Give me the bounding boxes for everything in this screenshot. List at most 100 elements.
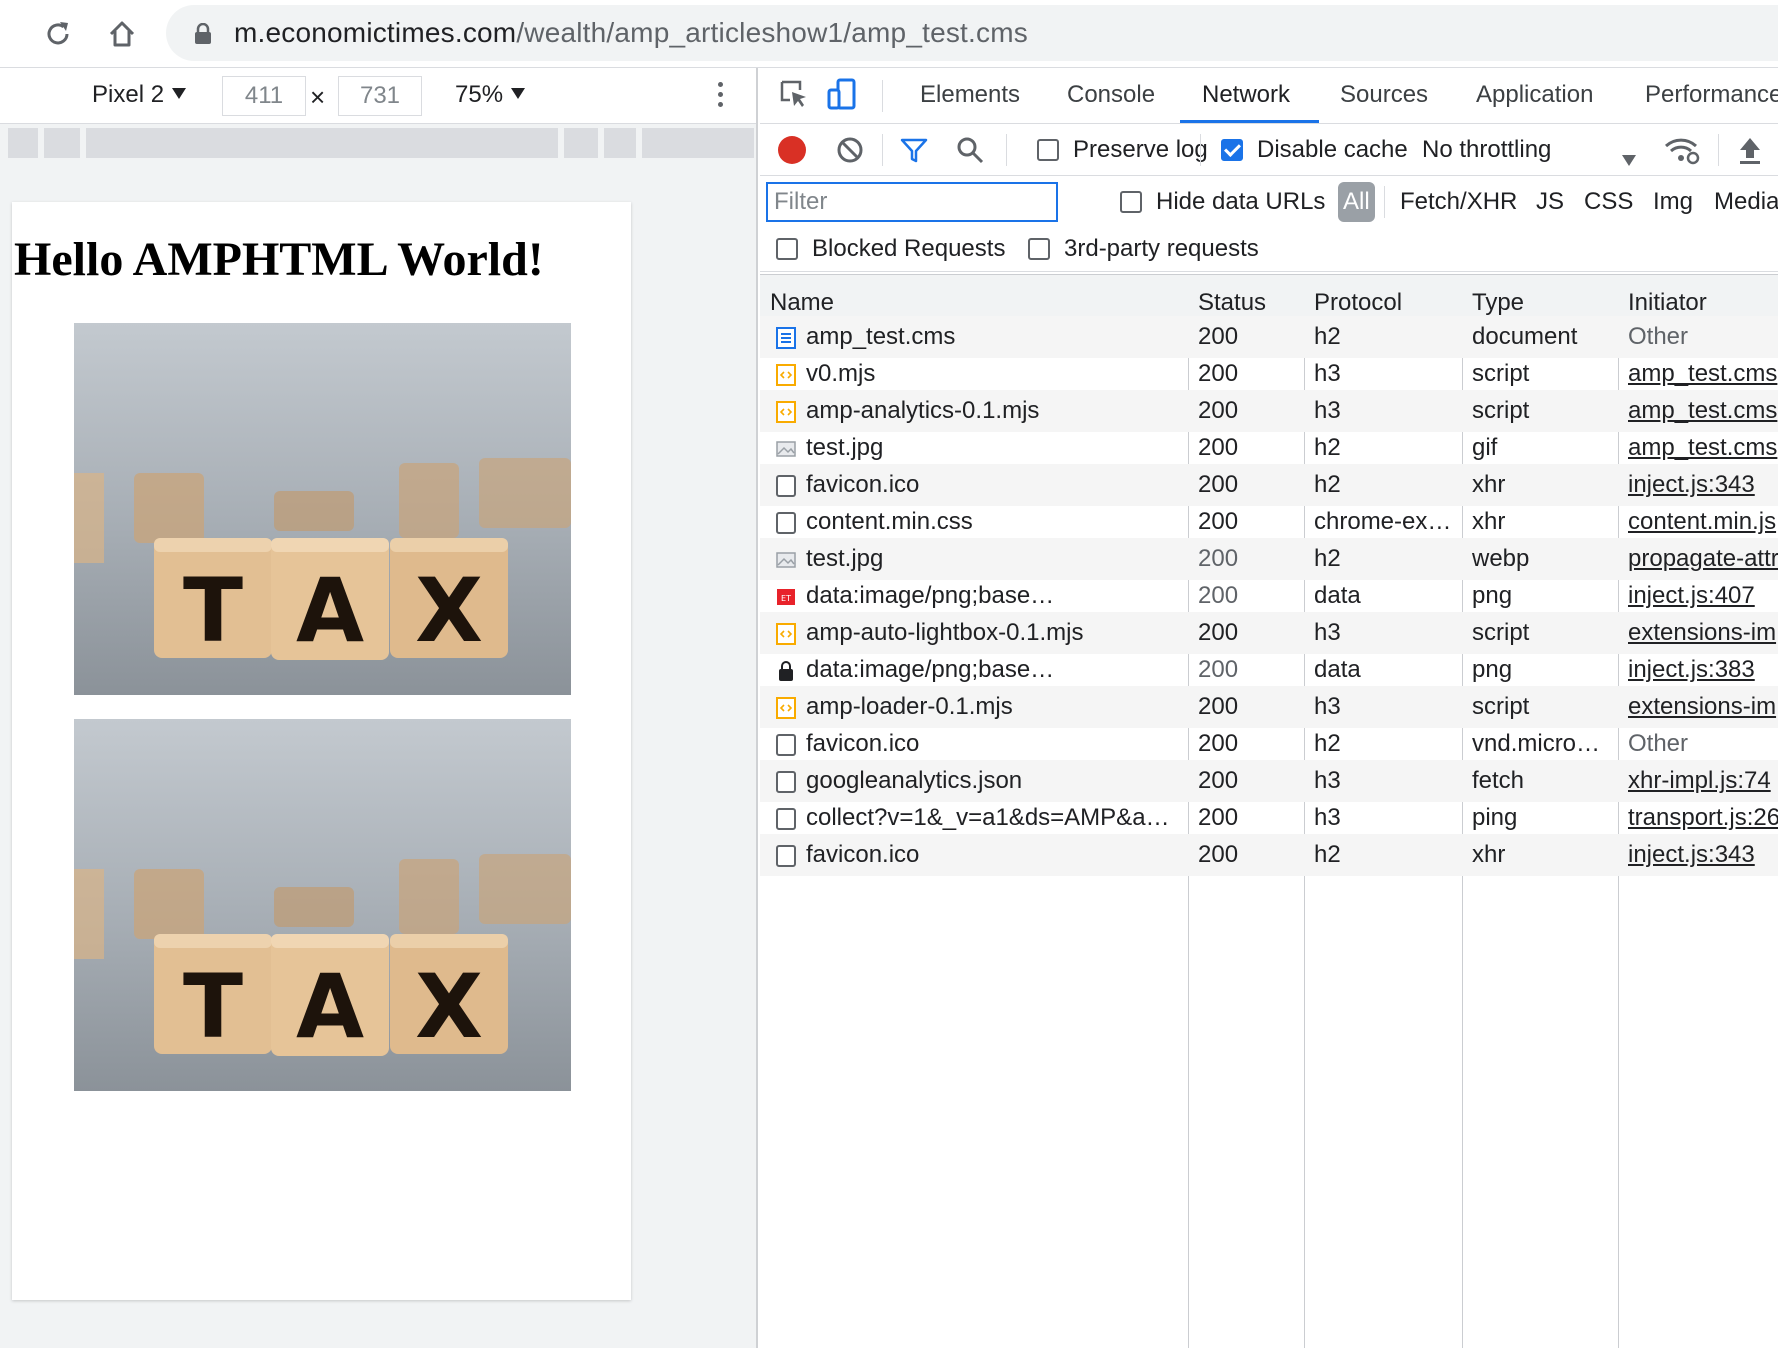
request-name[interactable]: test.jpg	[806, 434, 1182, 462]
disable-cache-checkbox[interactable]	[1221, 139, 1243, 161]
hide-data-urls-checkbox[interactable]	[1120, 191, 1142, 213]
request-name[interactable]: collect?v=1&_v=a1&ds=AMP&a…	[806, 804, 1182, 832]
column-status[interactable]: Status	[1198, 289, 1266, 317]
width-input[interactable]: 411	[222, 76, 306, 116]
script-icon	[776, 401, 796, 423]
request-name[interactable]: data:image/png;base…	[806, 582, 1182, 610]
blocked-requests-checkbox[interactable]	[776, 238, 798, 260]
request-name[interactable]: content.min.css	[806, 508, 1182, 536]
table-row[interactable]: favicon.ico 200 h2 vnd.micro… Other	[760, 723, 1778, 765]
filter-icon[interactable]	[898, 134, 934, 170]
table-row[interactable]: v0.mjs 200 h3 script amp_test.cms	[760, 353, 1778, 395]
request-initiator[interactable]: propagate-attr	[1628, 545, 1778, 573]
table-row[interactable]: amp-auto-lightbox-0.1.mjs 200 h3 script exte…	[760, 612, 1778, 654]
device-select[interactable]: Pixel 2	[92, 81, 187, 109]
throttling-select[interactable]: No throttling	[1422, 136, 1551, 164]
request-initiator[interactable]: amp_test.cms	[1628, 360, 1778, 388]
column-type[interactable]: Type	[1472, 289, 1524, 317]
request-name[interactable]: amp_test.cms	[806, 323, 1182, 351]
address-bar[interactable]: m.economictimes.com/wealth/amp_articlesh…	[166, 5, 1778, 61]
request-name[interactable]: amp-loader-0.1.mjs	[806, 693, 1182, 721]
reload-icon[interactable]	[36, 12, 80, 56]
record-button[interactable]	[778, 136, 806, 164]
request-initiator[interactable]: inject.js:407	[1628, 582, 1778, 610]
type-filter-css[interactable]: CSS	[1584, 188, 1633, 216]
request-name[interactable]: v0.mjs	[806, 360, 1182, 388]
request-initiator[interactable]: inject.js:383	[1628, 656, 1778, 684]
home-icon[interactable]	[100, 12, 144, 56]
request-initiator[interactable]: amp_test.cms	[1628, 397, 1778, 425]
tab-console[interactable]: Console	[1067, 81, 1155, 109]
preserve-log-checkbox[interactable]	[1037, 139, 1059, 161]
type-filter-all[interactable]: All	[1338, 182, 1375, 222]
request-initiator[interactable]: extensions-im	[1628, 693, 1778, 721]
tab-sources[interactable]: Sources	[1340, 81, 1428, 109]
tab-network[interactable]: Network	[1202, 81, 1290, 109]
table-row[interactable]: test.jpg 200 h2 gif amp_test.cms	[760, 427, 1778, 469]
table-row[interactable]: ET data:image/png;base… 200 data png inject.j…	[760, 575, 1778, 617]
table-row[interactable]: content.min.css 200 chrome-ex… xhr content.m…	[760, 501, 1778, 543]
svg-text:ET: ET	[781, 594, 791, 603]
height-input[interactable]: 731	[338, 76, 422, 116]
request-protocol: h3	[1314, 397, 1341, 424]
third-party-requests-checkbox[interactable]	[1028, 238, 1050, 260]
chevron-down-icon[interactable]	[1622, 145, 1636, 173]
inspect-element-icon[interactable]	[778, 78, 814, 114]
back-icon[interactable]	[0, 12, 16, 56]
request-initiator[interactable]: content.min.js	[1628, 508, 1778, 536]
request-protocol: h3	[1314, 619, 1341, 646]
table-row[interactable]: amp-loader-0.1.mjs 200 h3 script extensions-…	[760, 686, 1778, 728]
column-initiator[interactable]: Initiator	[1628, 289, 1707, 317]
clear-icon[interactable]	[834, 134, 870, 170]
request-initiator[interactable]: xhr-impl.js:74	[1628, 767, 1778, 795]
type-filter-fetch-xhr[interactable]: Fetch/XHR	[1400, 188, 1517, 216]
request-initiator[interactable]: inject.js:343	[1628, 471, 1778, 499]
lock-icon[interactable]	[194, 22, 212, 45]
tab-performance[interactable]: Performance	[1645, 81, 1778, 109]
network-conditions-icon[interactable]	[1664, 134, 1700, 170]
column-protocol[interactable]: Protocol	[1314, 289, 1402, 317]
table-row[interactable]: collect?v=1&_v=a1&ds=AMP&a… 200 h3 ping tran…	[760, 797, 1778, 839]
column-name[interactable]: Name	[770, 289, 834, 317]
request-initiator[interactable]: amp_test.cms	[1628, 434, 1778, 462]
table-row[interactable]: amp_test.cms 200 h2 document Other	[760, 316, 1778, 358]
request-type: script	[1472, 360, 1530, 387]
table-row[interactable]: googleanalytics.json 200 h3 fetch xhr-impl.j…	[760, 760, 1778, 802]
request-name[interactable]: data:image/png;base…	[806, 656, 1182, 684]
more-options-icon[interactable]	[714, 80, 726, 112]
tab-elements[interactable]: Elements	[920, 81, 1020, 109]
request-type: png	[1472, 656, 1513, 683]
device-viewport: Hello AMPHTML World! T A X T A X	[12, 202, 631, 1300]
request-initiator[interactable]: transport.js:26	[1628, 804, 1778, 832]
request-name[interactable]: favicon.ico	[806, 841, 1182, 869]
request-initiator[interactable]: inject.js:343	[1628, 841, 1778, 869]
url-text[interactable]: m.economictimes.com/wealth/amp_articlesh…	[234, 17, 1028, 49]
type-filter-media[interactable]: Media	[1714, 188, 1778, 216]
file-icon	[776, 808, 796, 830]
request-initiator[interactable]: extensions-im	[1628, 619, 1778, 647]
type-filter-js[interactable]: JS	[1536, 188, 1564, 216]
table-row[interactable]: favicon.ico 200 h2 xhr inject.js:343	[760, 464, 1778, 506]
table-row[interactable]: test.jpg 200 h2 webp propagate-attr	[760, 538, 1778, 580]
request-name[interactable]: test.jpg	[806, 545, 1182, 573]
request-name[interactable]: amp-analytics-0.1.mjs	[806, 397, 1182, 425]
zoom-select[interactable]: 75%	[455, 81, 526, 109]
request-type: script	[1472, 397, 1530, 424]
request-name[interactable]: googleanalytics.json	[806, 767, 1182, 795]
devtools-panel: Elements Console Network Sources Applica…	[760, 68, 1778, 1348]
request-name[interactable]: amp-auto-lightbox-0.1.mjs	[806, 619, 1182, 647]
type-filter-img[interactable]: Img	[1653, 188, 1693, 216]
request-name[interactable]: favicon.ico	[806, 471, 1182, 499]
table-row[interactable]: favicon.ico 200 h2 xhr inject.js:343	[760, 834, 1778, 876]
request-name[interactable]: favicon.ico	[806, 730, 1182, 758]
media-query-bar[interactable]	[0, 128, 756, 158]
tab-application[interactable]: Application	[1476, 81, 1593, 109]
import-har-icon[interactable]	[1734, 134, 1770, 170]
request-type: document	[1472, 323, 1578, 350]
filter-input[interactable]	[766, 182, 1058, 222]
request-status: 200	[1198, 582, 1239, 609]
table-row[interactable]: amp-analytics-0.1.mjs 200 h3 script amp_test…	[760, 390, 1778, 432]
table-row[interactable]: data:image/png;base… 200 data png inject.js:…	[760, 649, 1778, 691]
device-toolbar-icon[interactable]	[826, 78, 862, 114]
search-icon[interactable]	[954, 134, 990, 170]
